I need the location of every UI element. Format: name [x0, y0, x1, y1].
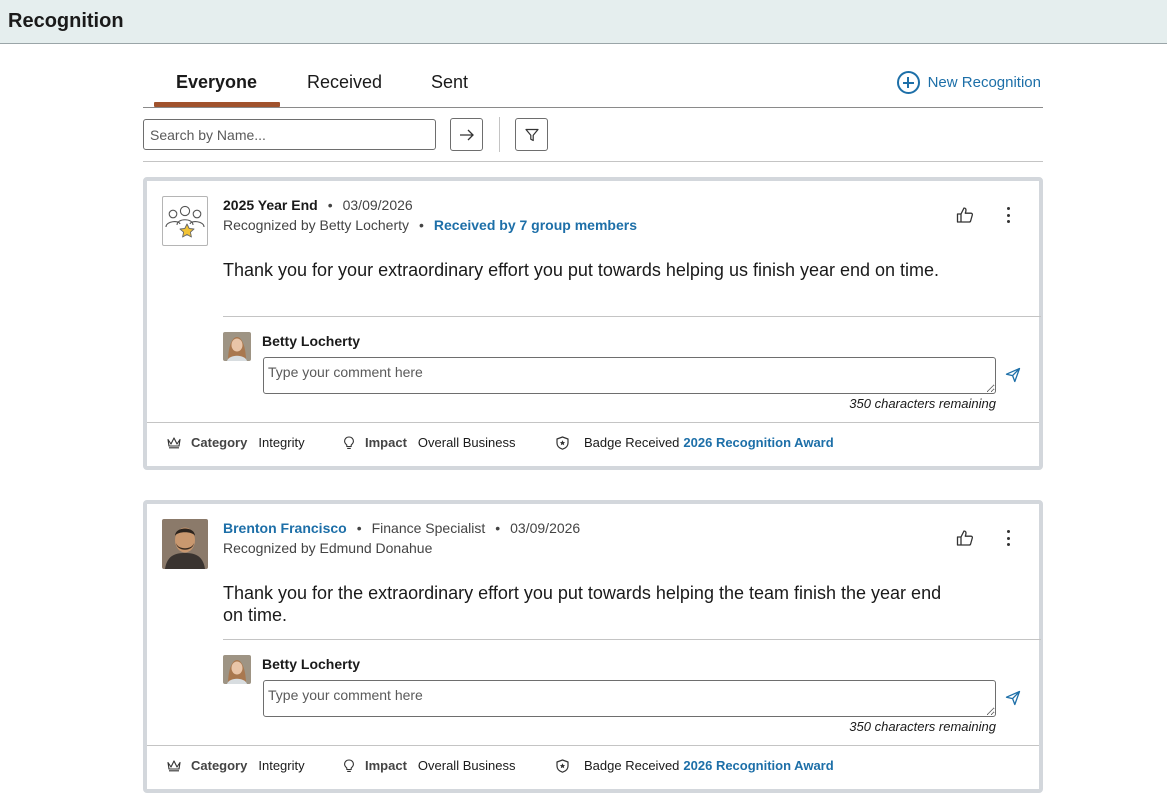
recognition-date: 03/09/2026	[342, 197, 413, 213]
recognition-message: Thank you for the extraordinary effort y…	[223, 583, 942, 625]
more-options-button[interactable]	[998, 205, 1018, 225]
send-icon[interactable]	[1005, 367, 1021, 383]
recipient-name-link[interactable]: Brenton Francisco	[223, 520, 347, 536]
lightbulb-icon	[344, 758, 354, 772]
commenter-name: Betty Locherty	[262, 333, 361, 349]
thumbs-up-icon[interactable]	[955, 205, 975, 225]
category-value: Integrity	[258, 758, 305, 773]
group-star-icon	[165, 205, 205, 238]
active-tab-indicator	[154, 102, 280, 107]
divider	[223, 316, 1041, 317]
badge-label: Badge Received	[584, 758, 680, 773]
category-value: Integrity	[258, 435, 305, 450]
divider	[223, 639, 1041, 640]
received-by-link[interactable]: Received by 7 group members	[434, 217, 637, 233]
new-recognition-label: New Recognition	[927, 74, 1041, 91]
card-subheader: Recognized by Betty Locherty • Received by…	[223, 217, 637, 233]
tab-bar: Everyone Received Sent New Recognition	[143, 60, 1043, 108]
more-options-button[interactable]	[998, 528, 1018, 548]
commenter-avatar	[223, 332, 251, 361]
job-title: Finance Specialist	[371, 520, 486, 536]
comment-input[interactable]	[263, 357, 996, 394]
comment-input[interactable]	[263, 680, 996, 717]
tab-received[interactable]: Received	[307, 72, 382, 93]
shield-star-icon	[556, 758, 569, 773]
arrow-right-icon	[459, 129, 474, 140]
badge-item: Badge Received 2026 Recognition Award	[556, 758, 834, 773]
characters-remaining: 350 characters remaining	[849, 719, 996, 734]
page-title: Recognition	[8, 10, 124, 32]
thumbs-up-icon[interactable]	[955, 528, 975, 548]
divider	[147, 745, 1039, 746]
lightbulb-icon	[344, 435, 354, 449]
card-header: 2025 Year End • 03/09/2026	[223, 197, 413, 213]
divider	[499, 117, 500, 152]
send-icon[interactable]	[1005, 690, 1021, 706]
impact-item: Impact Overall Business	[343, 758, 515, 773]
recognition-message: Thank you for your extraordinary effort …	[223, 260, 940, 280]
badge-link[interactable]: 2026 Recognition Award	[683, 758, 833, 773]
crown-icon	[167, 436, 181, 448]
recognition-card: Brenton Francisco • Finance Specialist • 03/…	[143, 500, 1043, 793]
search-go-button[interactable]	[450, 118, 483, 151]
tab-sent[interactable]: Sent	[431, 72, 468, 93]
impact-value: Overall Business	[417, 758, 516, 773]
divider	[147, 422, 1039, 423]
recognition-card: 2025 Year End • 03/09/2026 Recognized by B…	[143, 177, 1043, 470]
app-header: Recognition	[0, 0, 1167, 44]
search-bar	[143, 117, 1043, 162]
search-input[interactable]	[143, 119, 436, 150]
crown-icon	[167, 759, 181, 771]
person-avatar	[162, 519, 208, 569]
recognized-by: Recognized by Edmund Donahue	[223, 540, 433, 556]
recognition-title: 2025 Year End	[223, 197, 318, 213]
recognized-by: Recognized by Betty Locherty	[223, 217, 409, 233]
impact-value: Overall Business	[417, 435, 516, 450]
category-label: Category	[191, 758, 248, 773]
impact-item: Impact Overall Business	[343, 435, 515, 450]
commenter-avatar	[223, 655, 251, 684]
badge-item: Badge Received 2026 Recognition Award	[556, 435, 834, 450]
commenter-name: Betty Locherty	[262, 656, 361, 672]
impact-label: Impact	[365, 758, 407, 773]
new-recognition-button[interactable]: New Recognition	[896, 71, 1041, 94]
characters-remaining: 350 characters remaining	[849, 396, 996, 411]
category-item: Category Integrity	[167, 758, 305, 773]
category-label: Category	[191, 435, 248, 450]
shield-star-icon	[556, 435, 569, 450]
badge-label: Badge Received	[584, 435, 680, 450]
filter-icon	[524, 128, 539, 141]
tab-everyone[interactable]: Everyone	[176, 72, 257, 93]
badge-link[interactable]: 2026 Recognition Award	[683, 435, 833, 450]
card-subheader: Recognized by Edmund Donahue	[223, 540, 432, 556]
group-avatar	[162, 196, 208, 246]
recognition-date: 03/09/2026	[510, 520, 581, 536]
impact-label: Impact	[365, 435, 407, 450]
plus-circle-icon	[896, 71, 920, 94]
card-header: Brenton Francisco • Finance Specialist • 03/…	[223, 520, 581, 536]
filter-button[interactable]	[515, 118, 548, 151]
category-item: Category Integrity	[167, 435, 305, 450]
